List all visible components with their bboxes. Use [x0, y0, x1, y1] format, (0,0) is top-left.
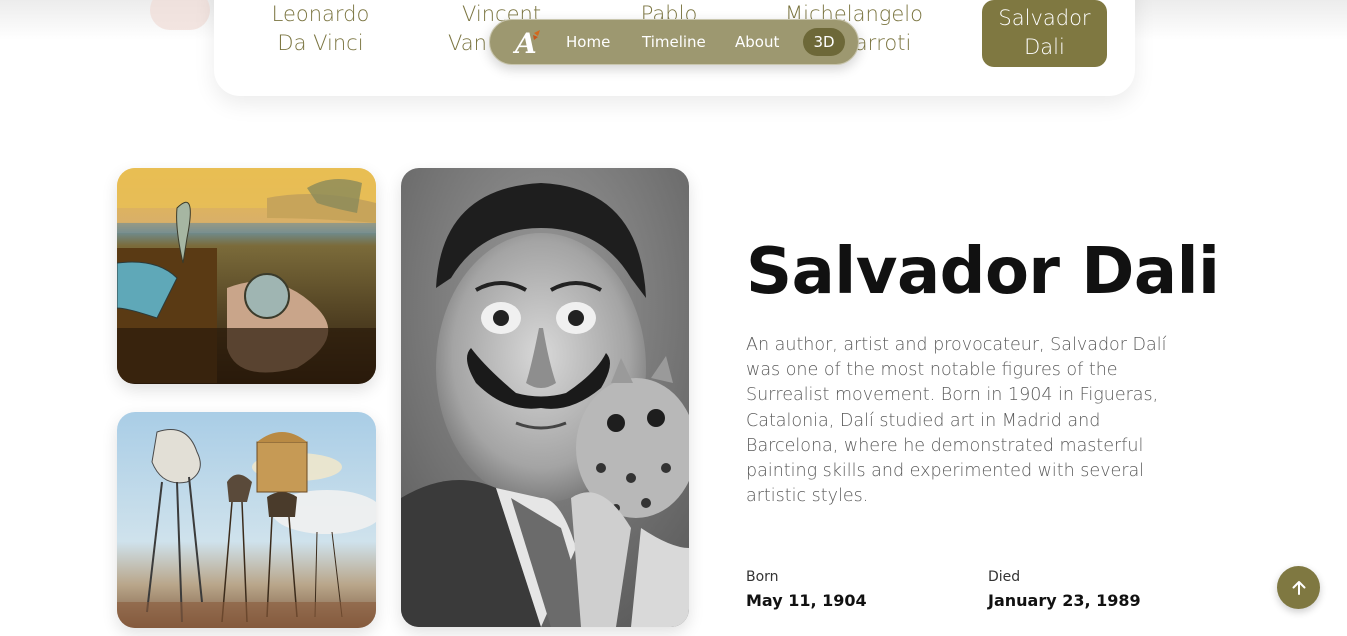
died-label: Died	[988, 569, 1021, 585]
born-label: Born	[746, 569, 779, 585]
scroll-to-top-button[interactable]	[1277, 566, 1320, 609]
born-value: May 11, 1904	[746, 591, 867, 610]
logo-letter: A	[512, 27, 537, 58]
painting-image	[117, 168, 376, 384]
top-backdrop-blob	[150, 0, 210, 30]
painting-temptation-of-st-anthony	[117, 412, 376, 628]
artist-bio: An author, artist and provocateur, Salva…	[746, 335, 1167, 507]
artist-name-heading: Salvador Dali	[746, 235, 1220, 309]
artist-tab-line1: Salvador	[998, 6, 1091, 30]
nav-link-about[interactable]: About	[735, 33, 779, 51]
portrait-photo	[401, 168, 689, 627]
nav-link-timeline[interactable]: Timeline	[642, 33, 706, 51]
portrait-image	[401, 168, 689, 627]
artist-tab-line2: Dali	[1024, 35, 1065, 59]
artist-tab-dali[interactable]: Salvador Dali	[982, 0, 1107, 67]
arrow-up-icon	[1292, 580, 1305, 595]
nav-3d-button[interactable]: 3D	[803, 28, 845, 56]
artist-tab-da-vinci[interactable]: Leonardo Da Vinci	[268, 0, 373, 58]
died-value: January 23, 1989	[988, 591, 1141, 610]
site-logo[interactable]: A	[512, 26, 544, 60]
painting-persistence-of-memory	[117, 168, 376, 384]
nav-link-home[interactable]: Home	[566, 33, 610, 51]
painting-image	[117, 412, 376, 628]
logo-icon: A	[512, 27, 540, 60]
main-nav: A Home Timeline About 3D	[489, 19, 859, 65]
artist-page: Leonardo Da Vinci Vincent Van Pablo Mich…	[0, 0, 1347, 636]
artist-tab-line2: Da Vinci	[277, 31, 364, 55]
artist-tab-line1: Leonardo	[271, 2, 370, 26]
